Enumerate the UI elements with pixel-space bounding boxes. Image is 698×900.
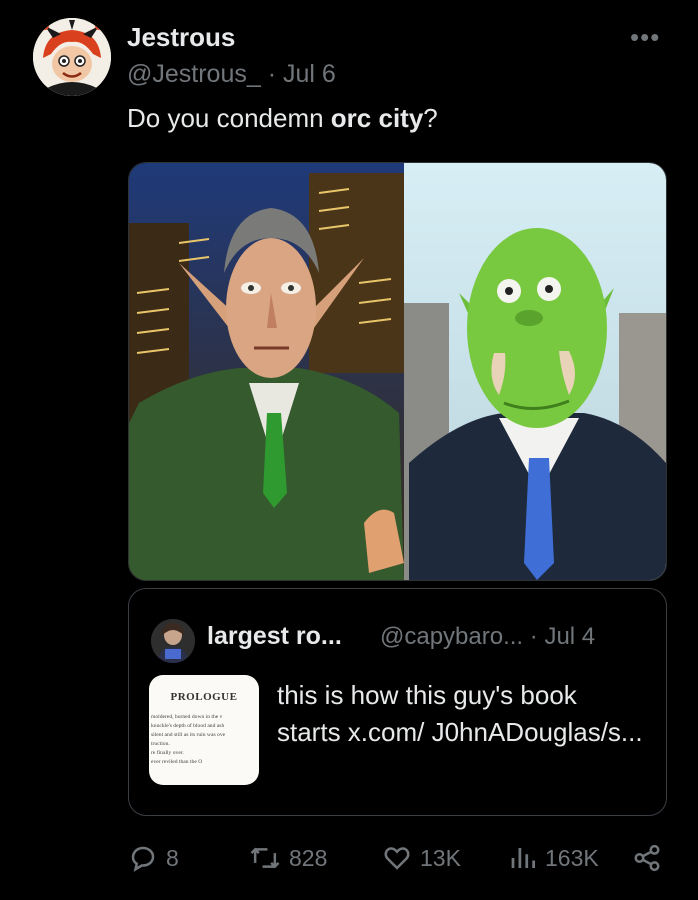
tweet-media-image[interactable]	[128, 162, 667, 581]
jester-avatar-image	[33, 18, 111, 96]
quote-author-meta: @capybaro... · Jul 4	[380, 623, 595, 651]
quote-text: this is how this guy's book starts x.com…	[277, 680, 643, 747]
tweet-date[interactable]: Jul 6	[283, 60, 336, 88]
quote-thumbnail-image[interactable]: PROLOGUE moldered, burned down in the v …	[149, 675, 259, 785]
thumbnail-body: moldered, burned down in the v knuckle's…	[151, 713, 259, 767]
heart-icon	[384, 847, 410, 870]
reply-button[interactable]: 8	[128, 838, 179, 878]
painted-portraits-image	[129, 163, 666, 580]
thumbnail-heading: PROLOGUE	[170, 691, 238, 703]
tweet-text-bold: orc city	[330, 103, 424, 133]
thumbnail-line: silent and still as its ruin was ove	[151, 732, 226, 738]
tweet-text: Do you condemn orc city?	[127, 103, 438, 134]
like-button[interactable]: 13K	[382, 838, 461, 878]
quote-meta-separator: ·	[529, 623, 538, 650]
author-display-name[interactable]: Jestrous	[127, 22, 235, 53]
like-count: 13K	[420, 844, 461, 871]
thumbnail-line: moldered, burned down in the v	[151, 714, 223, 720]
meta-separator: ·	[267, 60, 277, 88]
thumbnail-line: re finally over.	[151, 750, 184, 756]
share-icon	[634, 844, 660, 872]
repost-icon	[250, 847, 280, 869]
reply-icon	[131, 846, 155, 872]
quoted-tweet-card[interactable]: largest ro... @capybaro... · Jul 4 PROLO…	[128, 588, 667, 816]
repost-button[interactable]: 828	[249, 838, 327, 878]
reply-count: 8	[166, 844, 179, 871]
tweet-action-bar: 8 828 13K 163K	[0, 838, 698, 878]
thumbnail-line: knuckle's depth of blood and ash	[151, 723, 225, 729]
author-avatar[interactable]	[33, 18, 111, 96]
author-meta: @Jestrous_ · Jul 6	[127, 60, 336, 89]
thumbnail-line: ever reviled than the O	[151, 759, 203, 765]
more-options-icon[interactable]: •••	[630, 22, 660, 53]
tweet-text-prefix: Do you condemn	[127, 103, 331, 133]
tweet-text-suffix: ?	[423, 103, 438, 133]
views-icon	[511, 848, 535, 868]
quote-date[interactable]: Jul 4	[544, 623, 595, 650]
share-button[interactable]	[632, 838, 662, 878]
repost-count: 828	[289, 844, 328, 871]
thumbnail-line: truction.	[151, 741, 170, 747]
quote-author-display-name[interactable]: largest ro...	[207, 622, 342, 651]
author-handle[interactable]: @Jestrous_	[127, 60, 261, 88]
views-button[interactable]: 163K	[509, 838, 599, 878]
views-count: 163K	[545, 844, 599, 871]
quote-avatar-image	[151, 619, 195, 663]
quote-author-handle[interactable]: @capybaro...	[380, 623, 523, 650]
quote-author-avatar[interactable]	[151, 619, 195, 663]
